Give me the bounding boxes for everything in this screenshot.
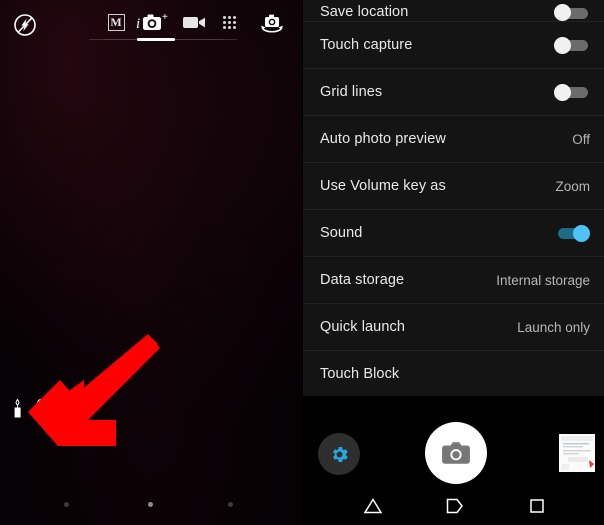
toggle-switch[interactable] [554,224,590,242]
tab-rule-left [89,39,105,40]
tab-selected-indicator [137,38,175,41]
switch-camera-icon[interactable] [255,10,289,40]
manual-mode-icon: M [107,13,125,31]
setting-value: Internal storage [496,272,590,288]
setting-row-auto-photo-preview[interactable]: Auto photo preview Off [303,116,604,163]
setting-row-touch-block[interactable]: Touch Block [303,351,604,398]
toggle-switch[interactable] [554,36,590,54]
setting-label: Sound [320,225,363,241]
page-dot-active [148,502,153,507]
gallery-thumbnail-image [559,434,595,472]
setting-label: Use Volume key as [320,178,446,194]
toggle-switch[interactable] [554,4,590,21]
svg-text:+: + [162,12,168,23]
setting-row-quick-launch[interactable]: Quick launch Launch only [303,304,604,351]
toggle-knob [554,36,571,54]
setting-row-save-location[interactable]: Save location [303,0,604,22]
toggle-knob [554,4,571,21]
toggle-switch[interactable] [554,83,590,101]
setting-label: Data storage [320,272,405,288]
gallery-thumbnail[interactable] [559,434,595,472]
setting-value: Zoom [555,178,590,194]
camera-mode-tabs: M i + [89,9,237,43]
gear-icon [332,446,348,462]
camera-bottom-toolbar-right [303,396,604,525]
svg-text:i: i [136,16,140,32]
mode-page-dots [0,500,302,510]
setting-value: Off [572,131,590,147]
tab-manual-mode[interactable]: M [105,9,127,35]
tab-photo-mode[interactable]: i + [136,9,172,35]
setting-row-data-storage[interactable]: Data storage Internal storage [303,257,604,304]
camera-settings-panel: Save location Touch capture Grid lines Auto… [303,0,604,525]
android-navigation-bar [303,489,604,525]
setting-label: Save location [320,4,409,20]
setting-label: Touch Block [320,366,400,382]
tab-rule-right [223,39,237,40]
tab-video-mode[interactable] [182,9,208,35]
setting-label: Quick launch [320,319,406,335]
camera-viewfinder-panel: M i + [0,0,302,525]
settings-list: Save location Touch capture Grid lines Auto… [303,0,604,398]
page-dot [228,502,233,507]
screenshot-root: M i + Save location Touch capture Grid l… [0,0,604,525]
apps-grid-icon [222,15,236,29]
setting-value: Launch only [517,319,590,335]
camera-icon [442,442,470,464]
setting-row-use-volume-key-as[interactable]: Use Volume key as Zoom [303,163,604,210]
shutter-button[interactable] [425,422,487,484]
camera-top-toolbar: M i + [0,0,302,52]
setting-label: Touch capture [320,37,413,53]
home-pentagon-icon[interactable] [439,493,469,519]
setting-row-grid-lines[interactable]: Grid lines [303,69,604,116]
toggle-knob [554,83,571,101]
page-dot [64,502,69,507]
photo-mode-icon: i + [136,12,168,32]
recents-square-icon[interactable] [522,493,552,519]
toggle-knob [573,224,590,242]
setting-label: Grid lines [320,84,383,100]
back-triangle-icon[interactable] [358,493,388,519]
flash-off-icon[interactable] [10,10,40,40]
setting-row-sound[interactable]: Sound [303,210,604,257]
camera-settings-button-active[interactable] [318,433,360,475]
setting-row-touch-capture[interactable]: Touch capture [303,22,604,69]
tab-more-modes[interactable] [218,9,240,35]
setting-label: Auto photo preview [320,131,446,147]
video-mode-icon [183,17,205,28]
